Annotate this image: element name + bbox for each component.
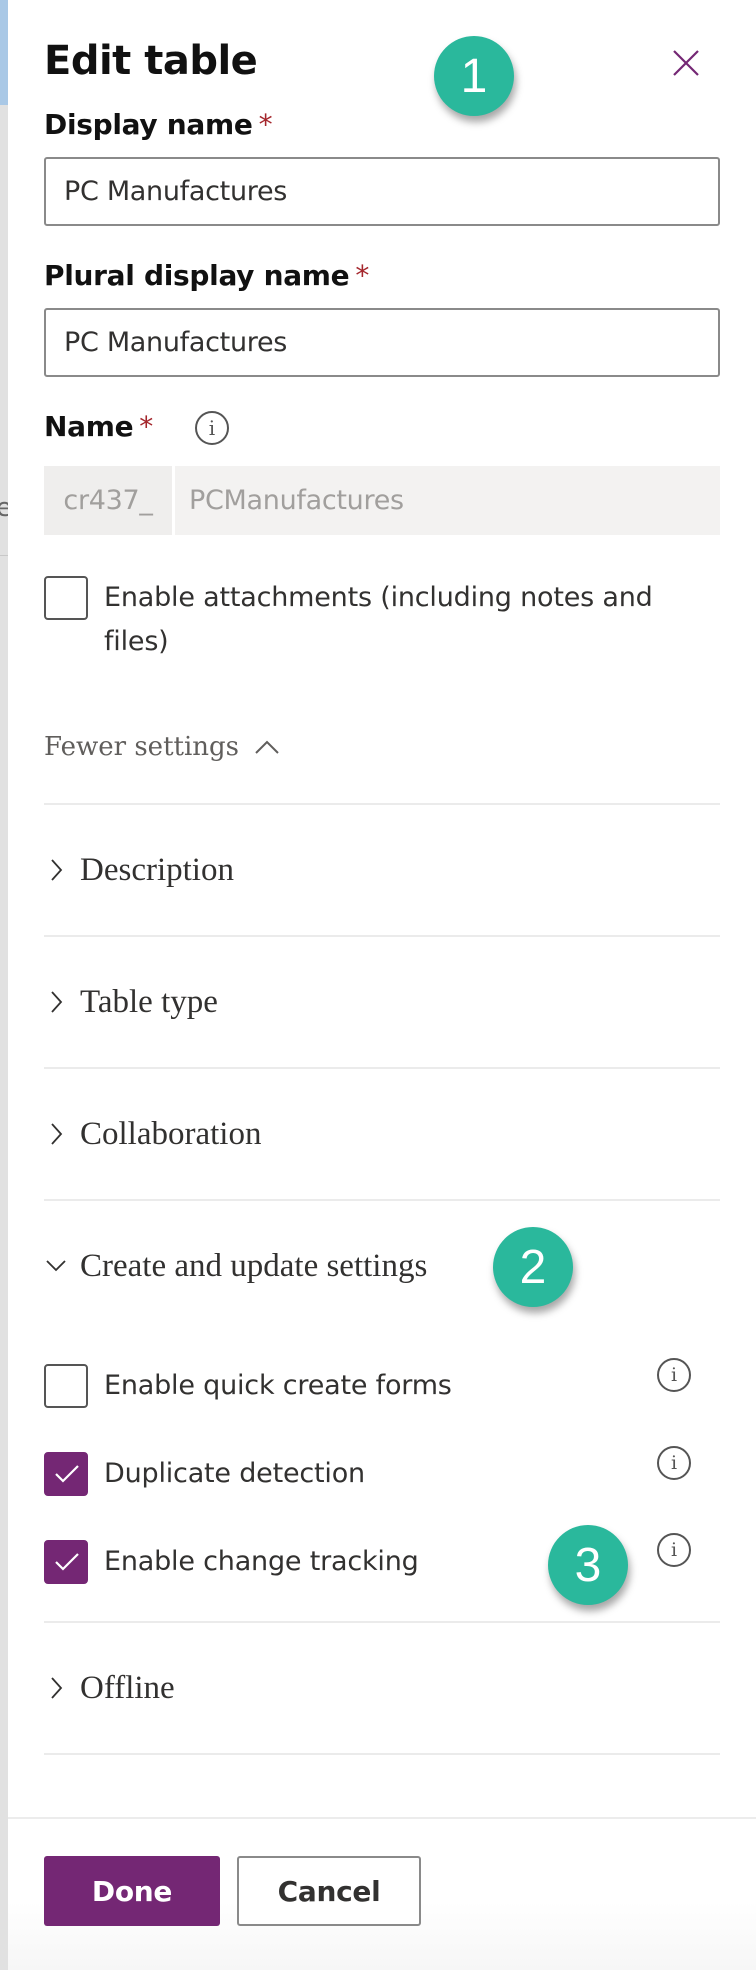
background-divider: [0, 555, 8, 556]
info-icon[interactable]: i: [657, 1533, 691, 1567]
chevron-right-icon: [51, 1123, 63, 1145]
background-app-strip: e: [0, 0, 12, 1970]
section-collaboration[interactable]: Collaboration: [44, 1104, 720, 1164]
enable-quick-create-forms-checkbox[interactable]: [44, 1364, 88, 1408]
section-label: Table type: [80, 983, 218, 1020]
section-create-and-update-settings[interactable]: Create and update settings: [44, 1236, 720, 1296]
info-icon[interactable]: i: [657, 1358, 691, 1392]
display-name-value: PC Manufactures: [64, 176, 288, 207]
plural-display-name-value: PC Manufactures: [64, 327, 288, 358]
section-label: Description: [80, 851, 234, 888]
chevron-right-icon: [51, 991, 63, 1013]
fewer-settings-toggle[interactable]: Fewer settings: [44, 732, 281, 762]
name-value: PCManufactures: [189, 485, 404, 516]
divider: [44, 1621, 720, 1623]
name-label-text: Name: [44, 410, 134, 443]
cancel-button[interactable]: Cancel: [237, 1856, 421, 1926]
section-label: Collaboration: [80, 1115, 262, 1152]
edit-table-panel: Edit table Display name * PC Manufactures…: [8, 0, 756, 1970]
done-button[interactable]: Done: [44, 1856, 220, 1926]
divider: [44, 1067, 720, 1069]
required-mark: *: [139, 410, 153, 443]
annotation-badge-3: 3: [548, 1525, 628, 1605]
display-name-label: Display name *: [44, 108, 273, 141]
divider: [44, 935, 720, 937]
plural-display-name-label-text: Plural display name: [44, 259, 350, 292]
section-offline[interactable]: Offline: [44, 1658, 720, 1718]
close-button[interactable]: [668, 45, 704, 81]
chevron-right-icon: [51, 1677, 63, 1699]
close-icon: [673, 50, 699, 76]
divider: [44, 1199, 720, 1201]
plural-display-name-input[interactable]: PC Manufactures: [44, 308, 720, 377]
section-label: Create and update settings: [80, 1247, 428, 1284]
enable-change-tracking-label: Enable change tracking: [104, 1546, 419, 1577]
annotation-badge-1: 1: [434, 36, 514, 116]
enable-attachments-label-line2: files): [104, 626, 169, 657]
enable-attachments-label-line1: Enable attachments (including notes and: [104, 582, 653, 613]
duplicate-detection-label: Duplicate detection: [104, 1458, 365, 1489]
name-prefix: cr437_: [44, 466, 172, 535]
section-description[interactable]: Description: [44, 840, 720, 900]
required-mark: *: [258, 108, 273, 141]
plural-display-name-label: Plural display name *: [44, 259, 369, 292]
name-label: Name *: [44, 410, 153, 443]
info-icon[interactable]: i: [657, 1446, 691, 1480]
checkmark-icon: [55, 1553, 79, 1571]
chevron-right-icon: [51, 859, 63, 881]
name-info-icon[interactable]: i: [195, 411, 229, 445]
panel-title: Edit table: [44, 38, 258, 84]
required-mark: *: [355, 259, 370, 292]
divider: [44, 803, 720, 805]
section-label: Offline: [80, 1669, 175, 1706]
enable-attachments-label: Enable attachments (including notes and …: [104, 576, 653, 664]
display-name-label-text: Display name: [44, 108, 253, 141]
duplicate-detection-checkbox[interactable]: [44, 1452, 88, 1496]
enable-change-tracking-checkbox[interactable]: [44, 1540, 88, 1584]
display-name-input[interactable]: PC Manufactures: [44, 157, 720, 226]
name-input-disabled: PCManufactures: [175, 466, 720, 535]
chevron-down-icon: [46, 1260, 66, 1272]
section-table-type[interactable]: Table type: [44, 972, 720, 1032]
enable-quick-create-forms-label: Enable quick create forms: [104, 1370, 452, 1401]
background-selected-item: [0, 0, 8, 105]
fewer-settings-label: Fewer settings: [44, 732, 240, 762]
divider: [44, 1753, 720, 1755]
chevron-up-icon: [255, 740, 279, 754]
enable-attachments-checkbox[interactable]: [44, 576, 88, 620]
checkmark-icon: [55, 1465, 79, 1483]
annotation-badge-2: 2: [493, 1227, 573, 1307]
